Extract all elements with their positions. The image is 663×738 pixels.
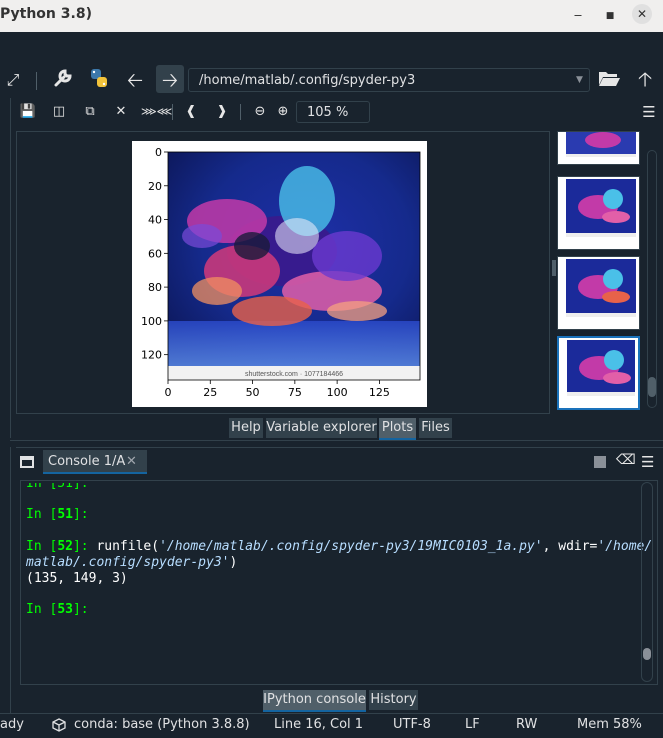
zoom-out-icon[interactable]: ⊖ [249,101,271,123]
console-line: matlab/.config/spyder-py3') [26,555,238,570]
chevron-down-icon[interactable]: ▼ [576,68,590,92]
x-tick-label: 50 [246,386,260,399]
tab-files[interactable]: Files [419,418,452,438]
thumbnails-scrollbar[interactable] [647,150,657,408]
plot-thumbnail[interactable] [557,256,640,330]
status-conda: conda: base (Python 3.8.8) [74,717,250,732]
y-tick-label: 60 [148,247,162,260]
paint-blob [327,301,387,321]
tab-ipython-console[interactable]: IPython console [263,690,366,712]
close-tab-icon[interactable]: ✕ [126,450,140,474]
tab-help[interactable]: Help [229,418,263,438]
console-scrollbar-handle[interactable] [643,648,651,660]
x-tick-label: 0 [165,386,172,399]
plot-thumbnail-selected[interactable] [557,336,640,410]
back-arrow-icon[interactable]: 🡠 [122,67,148,93]
window-titlebar: Python 3.8) ‒ ■ ✕ [0,0,663,32]
pane-menu-icon[interactable]: ☰ [638,101,660,123]
menu-bar [0,32,663,63]
left-pane-edge [0,98,11,438]
image-floor [168,321,420,366]
up-arrow-icon[interactable]: 🡡 [632,66,658,92]
working-directory-combo[interactable]: /home/matlab/.config/spyder-py3 [188,68,590,92]
paint-blob [182,224,222,248]
remove-plot-icon[interactable]: ✕ [110,101,132,123]
y-axis: 0 20 40 60 80 100 120 [141,146,168,362]
copy-icon[interactable]: ⧉ [79,101,101,123]
y-tick-label: 20 [148,180,162,193]
x-tick-label: 100 [327,386,348,399]
save-all-icon[interactable]: ◫ [48,101,70,123]
console-line: In [52]: runfile('/home/matlab/.config/s… [26,539,653,554]
y-tick-label: 40 [148,214,162,227]
paint-blob [234,232,270,260]
toolbar-separator [240,104,241,120]
plot-thumbnail[interactable] [557,131,640,165]
status-cursor-position: Line 16, Col 1 [274,717,364,732]
y-tick-label: 0 [155,146,162,159]
wrench-icon[interactable] [50,67,76,93]
x-tick-label: 125 [369,386,390,399]
toolbar-separator [36,72,37,90]
window-title: Python 3.8) [0,6,92,22]
close-icon[interactable]: ✕ [632,4,652,24]
console-window-icon[interactable] [20,456,34,468]
watermark-text: shutterstock.com · 1077184466 [245,371,343,378]
plot-figure[interactable]: shutterstock.com · 1077184466 0 20 40 60 80 1… [132,141,427,407]
toolbar-separator [172,104,173,120]
save-icon[interactable]: 💾 [17,101,39,123]
paint-blob [232,296,312,326]
paint-blob [312,231,382,281]
minimize-icon[interactable]: ‒ [568,6,588,26]
status-eol: LF [465,717,480,732]
previous-plot-icon[interactable]: ❰ [180,101,202,123]
paint-blob [192,277,242,305]
splitter-handle[interactable] [552,260,556,276]
forward-arrow-icon: 🡢 [161,68,179,92]
zoom-level-field[interactable]: 105 % [296,101,370,123]
status-memory: Mem 58% [577,717,642,732]
console-menu-icon[interactable]: ☰ [641,453,659,471]
status-encoding: UTF-8 [393,717,431,732]
python-path-icon[interactable] [86,67,112,93]
remove-all-plots-icon[interactable]: ⋙⋘ [141,101,172,123]
console-line: In [51]: [26,507,89,522]
tab-history[interactable]: History [369,690,418,710]
plot-thumbnail[interactable] [557,176,640,250]
left-pane-edge [0,447,11,713]
tab-plots[interactable]: Plots [379,418,416,440]
figure-svg: shutterstock.com · 1077184466 0 20 40 60 80 1… [141,146,421,399]
console-line: (135, 149, 3) [26,571,128,586]
conda-env-icon [52,716,68,734]
x-tick-label: 75 [288,386,302,399]
pane-splitter[interactable] [10,440,663,446]
paint-blob [275,218,319,254]
y-tick-label: 100 [141,315,162,328]
x-axis: 0 25 50 75 100 125 [165,380,390,399]
console-line: In [53]: [26,602,89,617]
thumbnails-scrollbar-handle[interactable] [648,377,656,397]
y-tick-label: 120 [141,349,162,362]
x-tick-label: 25 [203,386,217,399]
folder-open-icon[interactable] [596,67,622,93]
maximize-pane-icon[interactable]: ⤢ [0,67,26,93]
next-plot-icon[interactable]: ❱ [211,101,233,123]
eraser-icon[interactable]: ⌫ [616,452,636,470]
status-ready: ady [0,717,24,732]
maximize-icon[interactable]: ■ [600,6,620,26]
console-line: In [51]: [26,476,89,491]
stop-icon[interactable] [594,456,606,468]
y-tick-label: 80 [148,281,162,294]
status-mode: RW [516,717,538,732]
zoom-in-icon[interactable]: ⊕ [272,101,294,123]
tab-variable-explorer[interactable]: Variable explorer [266,418,377,438]
